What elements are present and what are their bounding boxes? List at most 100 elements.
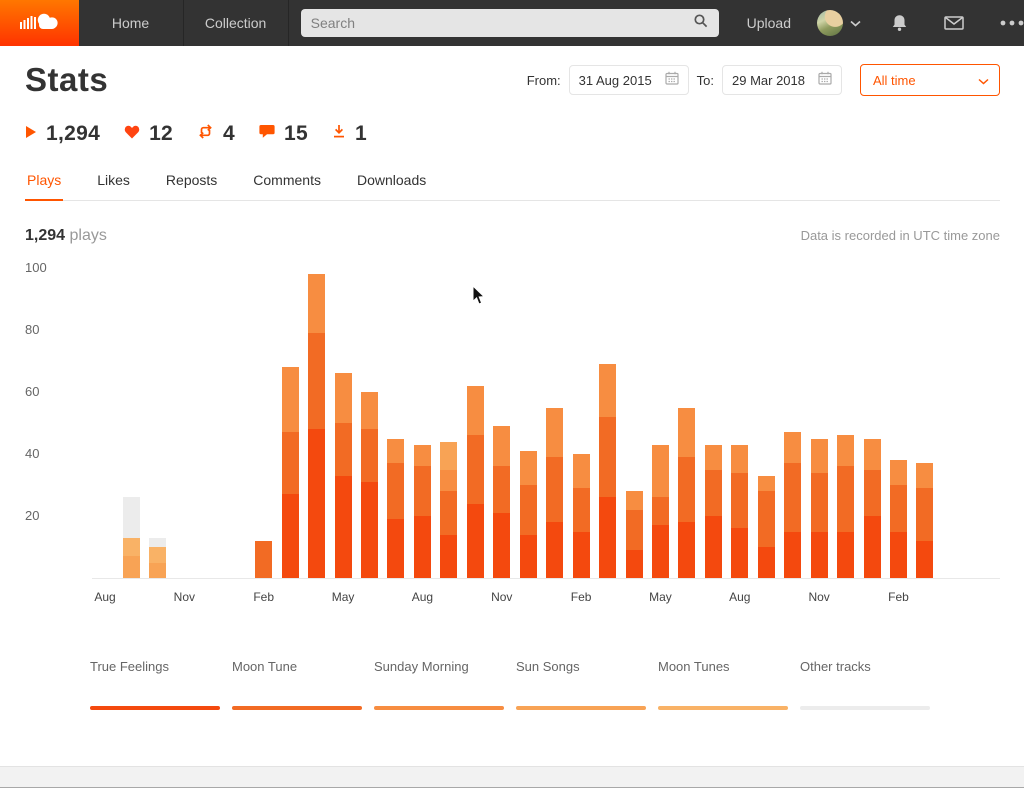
tab-reposts[interactable]: Reposts: [164, 164, 219, 200]
plays-stat: 1,294: [25, 122, 100, 146]
chart-bar[interactable]: [255, 541, 272, 578]
time-range-select[interactable]: All time: [860, 64, 1000, 96]
chart-bar[interactable]: [520, 451, 537, 578]
chart-bar-segment: [387, 439, 404, 464]
chart-bar-segment: [335, 423, 352, 476]
chart-bar-segment: [652, 445, 669, 498]
chart-bar-segment: [837, 435, 854, 466]
chart-bar[interactable]: [731, 445, 748, 578]
downloads-stat: 1: [332, 122, 367, 146]
chart-bar[interactable]: [678, 408, 695, 579]
chart-bar-segment: [546, 457, 563, 522]
chart-bar[interactable]: [414, 445, 431, 578]
chart-bar-segment: [599, 364, 616, 417]
upload-button[interactable]: Upload: [747, 15, 791, 31]
chart-bar-segment: [626, 550, 643, 578]
chart-bar[interactable]: [837, 435, 854, 578]
y-tick-label: 60: [25, 384, 39, 399]
x-tick-label: Feb: [877, 590, 921, 604]
chart-bar-segment: [493, 513, 510, 578]
chart-bar[interactable]: [784, 432, 801, 578]
chart-bar-segment: [626, 510, 643, 550]
repost-icon: [197, 124, 214, 144]
legend-swatch: [90, 706, 220, 710]
chart-bar[interactable]: [916, 463, 933, 578]
chart-bar[interactable]: [467, 386, 484, 578]
nav-collection[interactable]: Collection: [184, 0, 289, 46]
chart-bar[interactable]: [123, 497, 140, 578]
soundcloud-cloud-icon: [17, 10, 61, 37]
tab-comments[interactable]: Comments: [251, 164, 323, 200]
to-date-field[interactable]: [722, 65, 842, 95]
chart-bar-segment: [599, 497, 616, 578]
legend-item[interactable]: Sunday Morning: [374, 659, 516, 710]
calendar-icon: [818, 71, 832, 90]
nav-home[interactable]: Home: [79, 0, 184, 46]
chart-bar[interactable]: [387, 439, 404, 579]
nav-home-label: Home: [112, 15, 149, 31]
chart-bar-segment: [361, 482, 378, 578]
chart-bar-segment: [705, 516, 722, 578]
chart-bar[interactable]: [335, 373, 352, 578]
chart-bar-segment: [546, 522, 563, 578]
chart-bar-segment: [335, 476, 352, 578]
chart-bar[interactable]: [811, 439, 828, 579]
notifications-bell-icon[interactable]: [891, 14, 908, 32]
time-range-value: All time: [873, 73, 916, 88]
more-options-icon[interactable]: [1000, 20, 1024, 26]
legend-label: True Feelings: [90, 659, 232, 674]
tab-likes[interactable]: Likes: [95, 164, 132, 200]
search-icon[interactable]: [693, 13, 709, 34]
from-date-field[interactable]: [569, 65, 689, 95]
reposts-count: 4: [223, 122, 235, 146]
chart-bar[interactable]: [440, 442, 457, 578]
legend-item[interactable]: True Feelings: [90, 659, 232, 710]
chart-bar[interactable]: [308, 274, 325, 578]
from-date-input[interactable]: [579, 73, 657, 88]
chart-bar-segment: [308, 333, 325, 429]
chart-bar[interactable]: [149, 538, 166, 578]
legend-item[interactable]: Moon Tune: [232, 659, 374, 710]
chart-bar-segment: [387, 463, 404, 519]
avatar[interactable]: [817, 10, 843, 36]
chart-bar[interactable]: [493, 426, 510, 578]
chart-bar[interactable]: [546, 408, 563, 579]
messages-envelope-icon[interactable]: [944, 16, 964, 30]
from-label: From:: [527, 73, 561, 88]
legend-item[interactable]: Other tracks: [800, 659, 942, 710]
x-tick-label: May: [321, 590, 365, 604]
chart-bar[interactable]: [361, 392, 378, 578]
chart-bar-segment: [916, 488, 933, 541]
chart-bar[interactable]: [890, 460, 907, 578]
chart-bar-segment: [678, 457, 695, 522]
chart-bar-segment: [652, 525, 669, 578]
plays-count: 1,294: [46, 122, 100, 146]
tab-plays[interactable]: Plays: [25, 164, 63, 200]
search-input[interactable]: [311, 15, 693, 31]
to-date-input[interactable]: [732, 73, 810, 88]
chart-bar[interactable]: [282, 367, 299, 578]
chart-bar-segment: [361, 429, 378, 482]
legend-item[interactable]: Moon Tunes: [658, 659, 800, 710]
chart-bar[interactable]: [599, 364, 616, 578]
chart-bar-segment: [890, 485, 907, 532]
chart-count-number: 1,294: [25, 227, 65, 244]
chart-bar[interactable]: [864, 439, 881, 579]
chart-bar[interactable]: [758, 476, 775, 578]
chart-bar[interactable]: [652, 445, 669, 578]
chart-bar[interactable]: [705, 445, 722, 578]
chart-bar[interactable]: [573, 454, 590, 578]
legend-item[interactable]: Sun Songs: [516, 659, 658, 710]
chart-bar-segment: [758, 547, 775, 578]
user-menu[interactable]: [817, 0, 861, 46]
chart-bar[interactable]: [626, 491, 643, 578]
plays-chart: 20406080100: [25, 269, 1000, 579]
legend-label: Moon Tunes: [658, 659, 800, 674]
soundcloud-logo[interactable]: [0, 0, 79, 46]
tab-downloads[interactable]: Downloads: [355, 164, 428, 200]
chart-bar-segment: [890, 532, 907, 579]
chart-bar-segment: [916, 463, 933, 488]
legend-swatch: [374, 706, 504, 710]
legend-label: Sunday Morning: [374, 659, 516, 674]
chart-bar-segment: [784, 463, 801, 531]
